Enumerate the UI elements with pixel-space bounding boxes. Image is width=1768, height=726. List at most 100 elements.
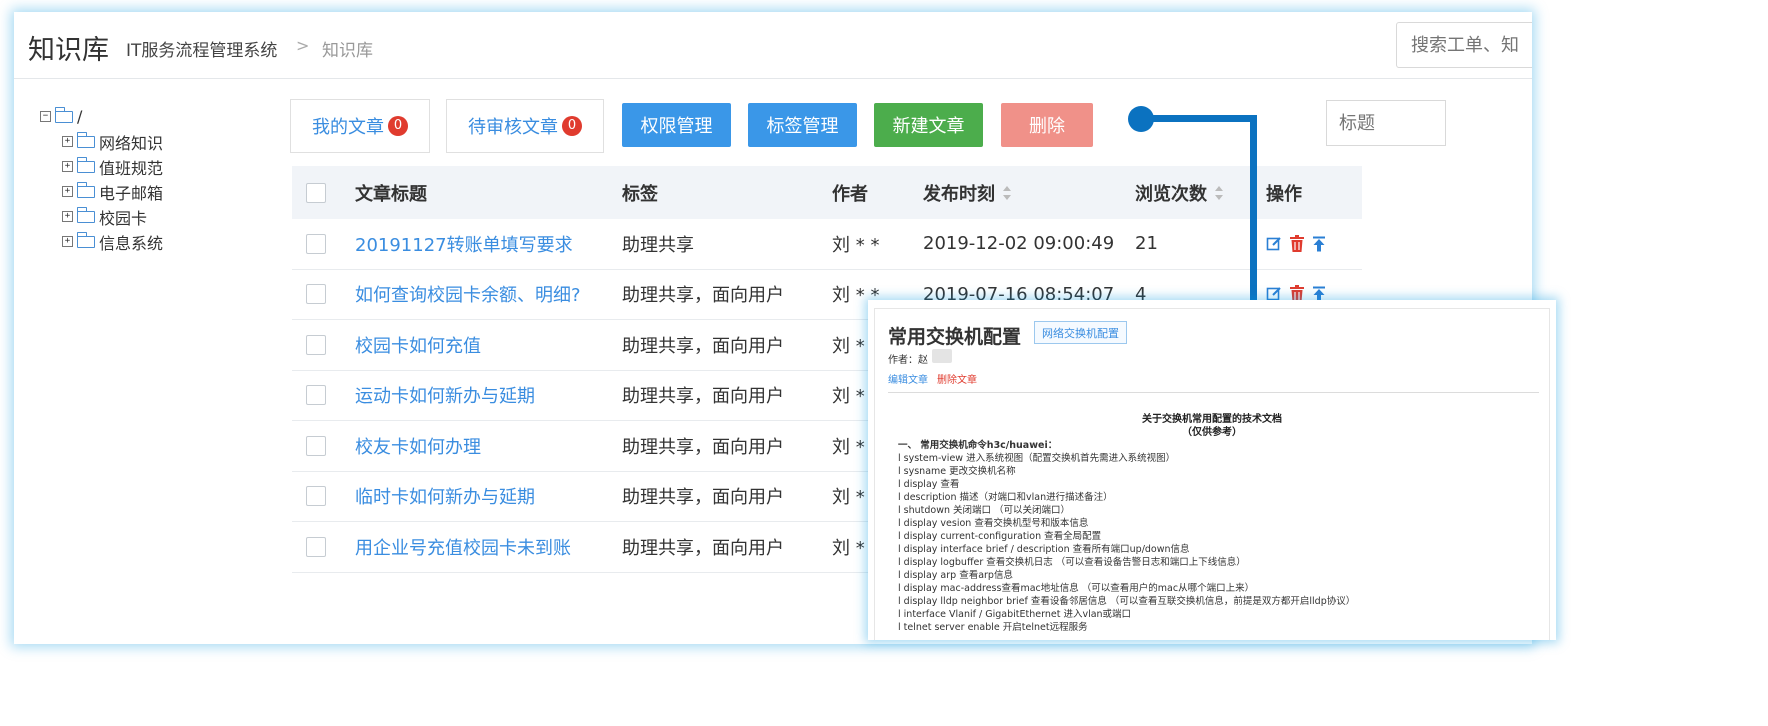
folder-icon xyxy=(76,156,95,173)
row-select-cell xyxy=(306,472,326,522)
row-published-cell: 2019-12-02 09:00:49 xyxy=(923,219,1114,269)
folder-icon xyxy=(76,181,95,198)
row-checkbox[interactable] xyxy=(306,486,326,507)
expand-icon[interactable]: + xyxy=(62,161,73,172)
command-line: l interface Vlanif / GigabitEthernet 进入v… xyxy=(898,609,1132,620)
tree-item-email[interactable]: + 电子邮箱 xyxy=(40,179,163,204)
row-title-cell: 用企业号充值校园卡未到账 xyxy=(355,522,571,572)
pin-top-icon[interactable] xyxy=(1312,236,1326,252)
article-detail-panel: 常用交换机配置 网络交换机配置 作者：赵 编辑文章 删除文章 关于交换机常用配置… xyxy=(868,300,1556,640)
row-author-cell: 刘 * xyxy=(832,522,865,572)
top-bar: 知识库 IT服务流程管理系统 > 知识库 xyxy=(14,12,1532,79)
tree-item-label: 校园卡 xyxy=(99,208,148,228)
col-tags: 标签 xyxy=(622,183,658,205)
row-title[interactable]: 校友卡如何办理 xyxy=(355,433,481,459)
document-body: 一、 常用交换机命令h3c/huawei： l system-view 进入系统… xyxy=(898,439,1355,634)
my-articles-count-badge: 0 xyxy=(388,116,408,136)
expand-icon[interactable]: + xyxy=(62,136,73,147)
command-line: l display logbuffer 查看交换机日志 （可以查看设备告警日志和… xyxy=(898,557,1246,568)
delete-button[interactable]: 删除 xyxy=(1001,103,1093,147)
row-title[interactable]: 20191127转账单填写要求 xyxy=(355,231,573,257)
tree-item-duty[interactable]: + 值班规范 xyxy=(40,154,163,179)
row-checkbox[interactable] xyxy=(306,435,326,456)
tag-manage-button[interactable]: 标签管理 xyxy=(748,103,857,147)
command-line: l sysname 更改交换机名称 xyxy=(898,466,1016,477)
col-title: 文章标题 xyxy=(355,183,427,205)
command-line: l display interface brief / description … xyxy=(898,544,1190,555)
select-all-checkbox[interactable] xyxy=(306,182,326,203)
document-title: 关于交换机常用配置的技术文档 xyxy=(1142,414,1282,425)
col-published-label: 发布时刻 xyxy=(923,183,995,205)
table-header: 文章标题 标签 作者 发布时刻 浏览次数 操作 xyxy=(292,166,1362,219)
col-views-label: 浏览次数 xyxy=(1135,183,1207,205)
my-articles-tab[interactable]: 我的文章 0 xyxy=(290,99,430,153)
row-author-cell: 刘 * xyxy=(832,320,865,370)
breadcrumb-system[interactable]: IT服务流程管理系统 xyxy=(126,36,277,61)
title-filter-input[interactable] xyxy=(1326,100,1446,146)
row-title[interactable]: 临时卡如何新办与延期 xyxy=(355,483,535,509)
row-title[interactable]: 如何查询校园卡余额、明细? xyxy=(355,281,581,307)
expand-icon[interactable]: + xyxy=(62,211,73,222)
tree-root-label: / xyxy=(77,107,83,126)
row-title[interactable]: 运动卡如何新办与延期 xyxy=(355,382,535,408)
pending-articles-count-badge: 0 xyxy=(562,116,582,136)
edit-icon[interactable] xyxy=(1266,236,1282,252)
global-search-input[interactable] xyxy=(1396,22,1532,68)
row-title[interactable]: 校园卡如何充值 xyxy=(355,332,481,358)
row-tags: 助理共享，面向用户 xyxy=(622,285,784,307)
row-checkbox[interactable] xyxy=(306,233,326,254)
collapse-icon[interactable]: − xyxy=(40,111,51,122)
article-detail-content: 常用交换机配置 网络交换机配置 作者：赵 编辑文章 删除文章 关于交换机常用配置… xyxy=(874,308,1550,640)
pending-articles-label: 待审核文章 xyxy=(468,117,558,138)
command-line: l display arp 查看arp信息 xyxy=(898,570,1013,581)
category-tree: − / + 网络知识 + 值班规范 + 电子邮箱 + 校园卡 + 信息系统 xyxy=(40,104,163,254)
tree-item-network[interactable]: + 网络知识 xyxy=(40,129,163,154)
row-tags: 助理共享，面向用户 xyxy=(622,335,784,357)
folder-icon xyxy=(76,131,95,148)
new-article-button[interactable]: 新建文章 xyxy=(874,103,983,147)
command-line: l display current-configuration 查看全局配置 xyxy=(898,531,1102,542)
connector-line xyxy=(1140,115,1257,122)
row-tags-cell: 助理共享，面向用户 xyxy=(622,320,784,370)
row-tags: 助理共享，面向用户 xyxy=(622,537,784,559)
permission-manage-button[interactable]: 权限管理 xyxy=(622,103,731,147)
expand-icon[interactable]: + xyxy=(62,186,73,197)
sort-icon[interactable] xyxy=(1003,185,1011,200)
article-title: 常用交换机配置 xyxy=(888,326,1022,348)
tree-item-campus-card[interactable]: + 校园卡 xyxy=(40,204,163,229)
row-author: 刘 * xyxy=(832,487,865,509)
delete-article-link[interactable]: 删除文章 xyxy=(937,371,977,386)
row-title[interactable]: 用企业号充值校园卡未到账 xyxy=(355,534,571,560)
row-select-cell xyxy=(306,421,326,471)
row-checkbox[interactable] xyxy=(306,385,326,406)
row-title-cell: 临时卡如何新办与延期 xyxy=(355,472,535,522)
document-subtitle: （仅供参考） xyxy=(1182,427,1242,438)
col-views[interactable]: 浏览次数 xyxy=(1135,166,1223,219)
row-checkbox[interactable] xyxy=(306,334,326,355)
row-checkbox[interactable] xyxy=(306,536,326,557)
table-row[interactable]: 20191127转账单填写要求 助理共享 刘 * * 2019-12-02 09:00… xyxy=(292,219,1362,270)
pending-articles-tab[interactable]: 待审核文章 0 xyxy=(446,99,604,153)
col-published[interactable]: 发布时刻 xyxy=(923,166,1011,219)
row-select-cell xyxy=(306,522,326,572)
row-tags-cell: 助理共享，面向用户 xyxy=(622,421,784,471)
row-views: 21 xyxy=(1135,233,1158,255)
tree-item-info-system[interactable]: + 信息系统 xyxy=(40,229,163,254)
row-title-cell: 校园卡如何充值 xyxy=(355,320,481,370)
row-author-cell: 刘 * xyxy=(832,472,865,522)
sort-icon[interactable] xyxy=(1215,185,1223,200)
row-select-cell xyxy=(306,219,326,269)
row-tags: 助理共享，面向用户 xyxy=(622,487,784,509)
select-all-cell xyxy=(306,166,326,219)
edit-article-link[interactable]: 编辑文章 xyxy=(888,371,928,386)
trash-icon[interactable] xyxy=(1289,234,1305,253)
folder-icon xyxy=(76,231,95,248)
tree-item-label: 网络知识 xyxy=(99,133,164,153)
tree-root[interactable]: − / xyxy=(40,104,163,129)
row-author-cell: 刘 * * xyxy=(832,219,879,269)
row-checkbox[interactable] xyxy=(306,284,326,305)
document-heading: 关于交换机常用配置的技术文档 （仅供参考） xyxy=(875,413,1549,439)
article-tag[interactable]: 网络交换机配置 xyxy=(1034,321,1127,344)
app-title: 知识库 xyxy=(28,35,109,66)
expand-icon[interactable]: + xyxy=(62,236,73,247)
